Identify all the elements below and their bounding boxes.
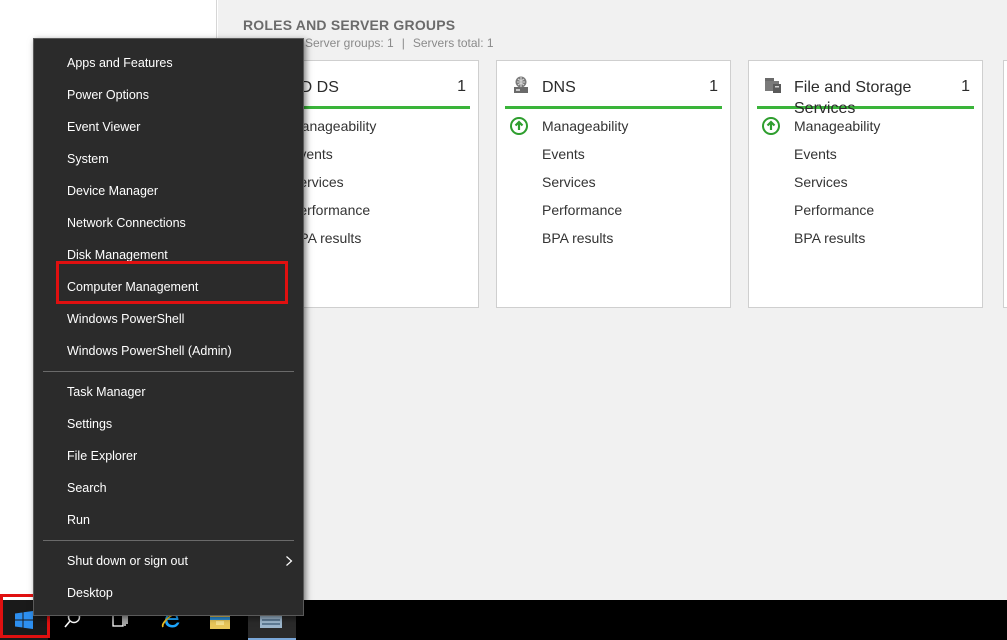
file-storage-icon (765, 78, 781, 93)
tile-header[interactable]: DNS 1 (505, 69, 722, 109)
tile-count: 1 (457, 78, 466, 95)
tile-row-bpa-results[interactable]: BPA results (505, 229, 628, 257)
winx-context-menu: Apps and Features Power Options Event Vi… (33, 38, 304, 616)
tile-rows: Manageability Events Services Performanc… (505, 117, 628, 257)
computer-management-highlight (56, 261, 288, 304)
menu-item-event-viewer[interactable]: Event Viewer (34, 111, 303, 143)
role-tile-partial[interactable] (1003, 60, 1007, 308)
tile-count: 1 (709, 78, 718, 95)
tile-row-services[interactable]: Services (757, 173, 880, 201)
servers-total-count: Servers total: 1 (412, 36, 494, 50)
tile-row-manageability[interactable]: Manageability (757, 117, 880, 145)
menu-item-file-explorer[interactable]: File Explorer (34, 440, 303, 472)
server-groups-count: Server groups: 1 (305, 36, 394, 50)
menu-item-power-options[interactable]: Power Options (34, 79, 303, 111)
menu-item-desktop[interactable]: Desktop (34, 577, 303, 609)
server-manager-dashboard: ROLES AND SERVER GROUPS Server groups: 1… (218, 0, 1007, 600)
tile-row-events[interactable]: Events (757, 145, 880, 173)
tile-row-services[interactable]: Services (505, 173, 628, 201)
tile-row-manageability[interactable]: Manageability (505, 117, 628, 145)
tile-row-performance[interactable]: Performance (757, 201, 880, 229)
menu-item-shut-down-or-sign-out[interactable]: Shut down or sign out (34, 545, 303, 577)
menu-item-label: Shut down or sign out (67, 554, 188, 568)
roles-section-title: ROLES AND SERVER GROUPS (243, 17, 456, 33)
menu-separator (43, 540, 294, 541)
desktop: ROLES AND SERVER GROUPS Server groups: 1… (0, 0, 1007, 640)
menu-item-search[interactable]: Search (34, 472, 303, 504)
tile-title[interactable]: File and Storage Services (794, 77, 911, 119)
status-ok-icon (762, 117, 780, 135)
chevron-right-icon (286, 556, 293, 566)
menu-item-windows-powershell-admin[interactable]: Windows PowerShell (Admin) (34, 335, 303, 367)
status-ok-icon (510, 117, 528, 135)
tile-title[interactable]: DNS (542, 77, 576, 98)
menu-item-device-manager[interactable]: Device Manager (34, 175, 303, 207)
role-tile-dns[interactable]: DNS 1 Manageability Events Services Perf… (496, 60, 731, 308)
dns-server-icon (514, 76, 528, 93)
menu-item-run[interactable]: Run (34, 504, 303, 536)
tile-row-performance[interactable]: Performance (505, 201, 628, 229)
menu-item-task-manager[interactable]: Task Manager (34, 376, 303, 408)
menu-item-settings[interactable]: Settings (34, 408, 303, 440)
menu-item-windows-powershell[interactable]: Windows PowerShell (34, 303, 303, 335)
menu-separator (43, 371, 294, 372)
menu-item-apps-and-features[interactable]: Apps and Features (34, 47, 303, 79)
summary-separator: | (401, 36, 405, 50)
tile-row-events[interactable]: Events (505, 145, 628, 173)
tile-count: 1 (961, 78, 970, 95)
menu-item-system[interactable]: System (34, 143, 303, 175)
tile-row-bpa-results[interactable]: BPA results (757, 229, 880, 257)
menu-item-network-connections[interactable]: Network Connections (34, 207, 303, 239)
tile-header[interactable]: File and Storage Services 1 (757, 69, 974, 117)
tile-rows: Manageability Events Services Performanc… (757, 117, 880, 257)
role-tile-file-storage[interactable]: File and Storage Services 1 Manageability… (748, 60, 983, 308)
